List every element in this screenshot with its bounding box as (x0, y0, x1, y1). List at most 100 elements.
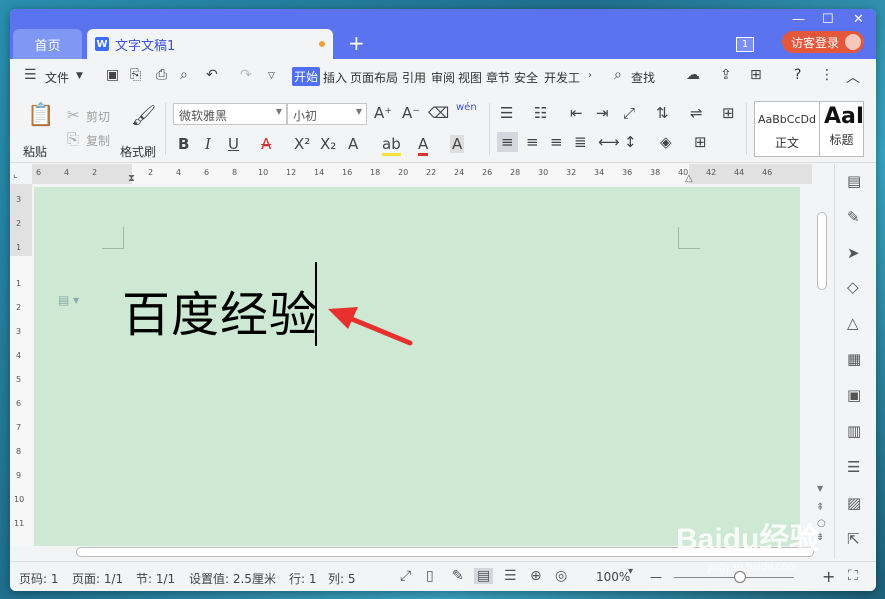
font-size-select[interactable]: 小初 ▼ (287, 103, 367, 125)
cut-button[interactable]: 剪切 (86, 108, 110, 125)
print-preview-icon[interactable]: ⌕ (180, 67, 188, 83)
zoom-level[interactable]: 100% (596, 570, 630, 584)
status-col[interactable]: 列: 5 (328, 570, 356, 587)
minimize-button[interactable]: — (792, 12, 805, 27)
tab-home[interactable]: 首页 (13, 29, 82, 59)
visitor-login-button[interactable]: 访客登录 (782, 31, 864, 53)
close-button[interactable]: ✕ (853, 12, 864, 27)
horizontal-ruler[interactable]: 6 4 2 2 4 6 8 10 12 14 16 18 20 22 24 26… (32, 164, 812, 184)
table-icon[interactable]: ▦ (847, 350, 861, 368)
collaborate-icon[interactable]: ⊞ (750, 67, 762, 83)
paragraph-layout-icon[interactable]: ▤ ▾ (58, 293, 79, 307)
styles-icon[interactable]: △ (847, 314, 859, 332)
align-right-icon[interactable]: ≡ (550, 133, 563, 151)
menu-tab-start[interactable]: 开始 (292, 67, 321, 86)
export-icon[interactable]: ⎘ (130, 67, 141, 83)
save-icon[interactable]: ▣ (106, 67, 119, 83)
redo-icon[interactable]: ↷ (240, 67, 252, 83)
menu-file[interactable]: 文件 (45, 69, 69, 86)
tab-document[interactable]: W 文字文稿1 (87, 29, 333, 59)
search-button[interactable]: 查找 (631, 69, 655, 86)
select-pointer-icon[interactable]: ➤ (847, 244, 860, 262)
menu-tab-view[interactable]: 视图 (458, 69, 482, 86)
menu-tab-reference[interactable]: 引用 (402, 69, 426, 86)
print-icon[interactable]: ⎙ (156, 67, 167, 83)
font-color-icon[interactable]: A (418, 135, 429, 156)
eye-protection-icon[interactable]: ◎ (555, 568, 567, 584)
vertical-ruler[interactable]: 3 2 1 1 2 3 4 5 6 7 8 9 10 11 (10, 184, 32, 546)
prev-page-icon[interactable]: ⇞ (816, 502, 824, 513)
menu-tab-security[interactable]: 安全 (514, 69, 538, 86)
bold-icon[interactable]: B (178, 135, 189, 153)
superscript-icon[interactable]: X² (294, 135, 310, 153)
share-out-icon[interactable]: ⇱ (847, 530, 860, 548)
chart-icon[interactable]: ▥ (847, 422, 861, 440)
share-icon[interactable]: ⇪ (720, 67, 732, 83)
right-indent-marker-icon[interactable]: △ (685, 173, 693, 184)
apps-grid-icon[interactable]: ▣ (847, 386, 861, 404)
web-view-icon[interactable]: ⊕ (530, 568, 542, 584)
menu-tab-insert[interactable]: 插入 (323, 69, 347, 86)
text-direction-icon[interactable]: ⤢ (623, 104, 635, 122)
vertical-scroll-thumb[interactable] (817, 212, 827, 290)
show-marks-icon[interactable]: ⊞ (722, 104, 735, 122)
paste-button[interactable]: 粘贴 (23, 143, 47, 160)
status-section[interactable]: 节: 1/1 (136, 570, 175, 587)
increase-indent-icon[interactable]: ⇥ (596, 104, 609, 122)
document-canvas[interactable]: ▤ ▾ 百度经验 (34, 187, 800, 546)
text-effect-icon[interactable]: A (348, 135, 358, 153)
align-center-icon[interactable]: ≡ (526, 133, 539, 151)
collapse-ribbon-icon[interactable]: ︿ (846, 67, 860, 87)
style-heading[interactable]: AaI 标题 (820, 101, 864, 157)
scroll-down-icon[interactable]: ▼ (817, 484, 823, 493)
style-normal[interactable]: AaBbCcDd 正文 (754, 101, 820, 157)
line-spacing-menu-icon[interactable]: ⇌ (690, 104, 703, 122)
cloud-icon[interactable]: ☁ (686, 67, 700, 83)
menu-tab-chapter[interactable]: 章节 (486, 69, 510, 86)
settings-sliders-icon[interactable]: ☰ (847, 458, 860, 476)
bullet-list-icon[interactable]: ☰ (500, 104, 513, 122)
format-painter-button[interactable]: 格式刷 (120, 143, 156, 160)
maximize-button[interactable]: ☐ (822, 12, 834, 27)
document-text[interactable]: 百度经验 (122, 275, 318, 345)
decrease-indent-icon[interactable]: ⇤ (570, 104, 583, 122)
fullscreen-icon[interactable]: ⤢ (400, 568, 411, 584)
read-mode-icon[interactable]: ▯ (426, 568, 434, 584)
borders-icon[interactable]: ⊞ (694, 133, 707, 151)
status-setting[interactable]: 设置值: 2.5厘米 (189, 570, 276, 587)
window-count-badge[interactable]: 1 (736, 37, 754, 52)
hamburger-icon[interactable]: ☰ (24, 67, 37, 83)
copy-button[interactable]: 复制 (86, 132, 110, 149)
highlight-icon[interactable]: ab (382, 135, 401, 156)
vertical-scrollbar[interactable]: ▼ ⇞ ○ ⇟ (814, 184, 830, 546)
undo-icon[interactable]: ↶ (206, 67, 218, 83)
distribute-icon[interactable]: ⟷ (598, 133, 620, 151)
strikethrough-icon[interactable]: A (261, 135, 271, 153)
sort-icon[interactable]: ⇅ (656, 104, 669, 122)
chevron-right-icon[interactable]: › (588, 70, 592, 81)
status-page-code[interactable]: 页码: 1 (19, 570, 59, 587)
shapes-icon[interactable]: ◇ (847, 278, 859, 296)
subscript-icon[interactable]: X₂ (320, 135, 336, 153)
edit-mode-icon[interactable]: ✎ (452, 568, 464, 584)
char-shading-icon[interactable]: A (450, 135, 465, 153)
outline-view-icon[interactable]: ☰ (504, 568, 517, 584)
paste-icon[interactable]: 📋 (27, 103, 54, 128)
format-painter-icon[interactable]: 🖌 (131, 103, 156, 127)
zoom-dropdown-icon[interactable]: ▾ (628, 566, 633, 577)
shrink-font-icon[interactable]: A⁻ (402, 104, 420, 122)
clear-format-icon[interactable]: ⌫ (428, 104, 449, 122)
menu-tab-developer[interactable]: 开发工 (544, 69, 580, 86)
sidebar-menu-icon[interactable]: ▤ (847, 172, 861, 190)
menu-tab-layout[interactable]: 页面布局 (350, 69, 398, 86)
align-left-icon[interactable]: ≡ (497, 132, 518, 152)
line-spacing-icon[interactable]: ↕ (624, 133, 637, 151)
shading-icon[interactable]: ◈ (660, 133, 672, 151)
pen-icon[interactable]: ✎ (847, 208, 860, 226)
zoom-out-button[interactable]: — (650, 570, 662, 584)
status-pages[interactable]: 页面: 1/1 (72, 570, 123, 587)
zoom-in-button[interactable]: + (822, 567, 835, 586)
font-name-select[interactable]: 微软雅黑 ▼ (173, 103, 287, 125)
justify-icon[interactable]: ≣ (574, 133, 587, 151)
status-row[interactable]: 行: 1 (289, 570, 317, 587)
